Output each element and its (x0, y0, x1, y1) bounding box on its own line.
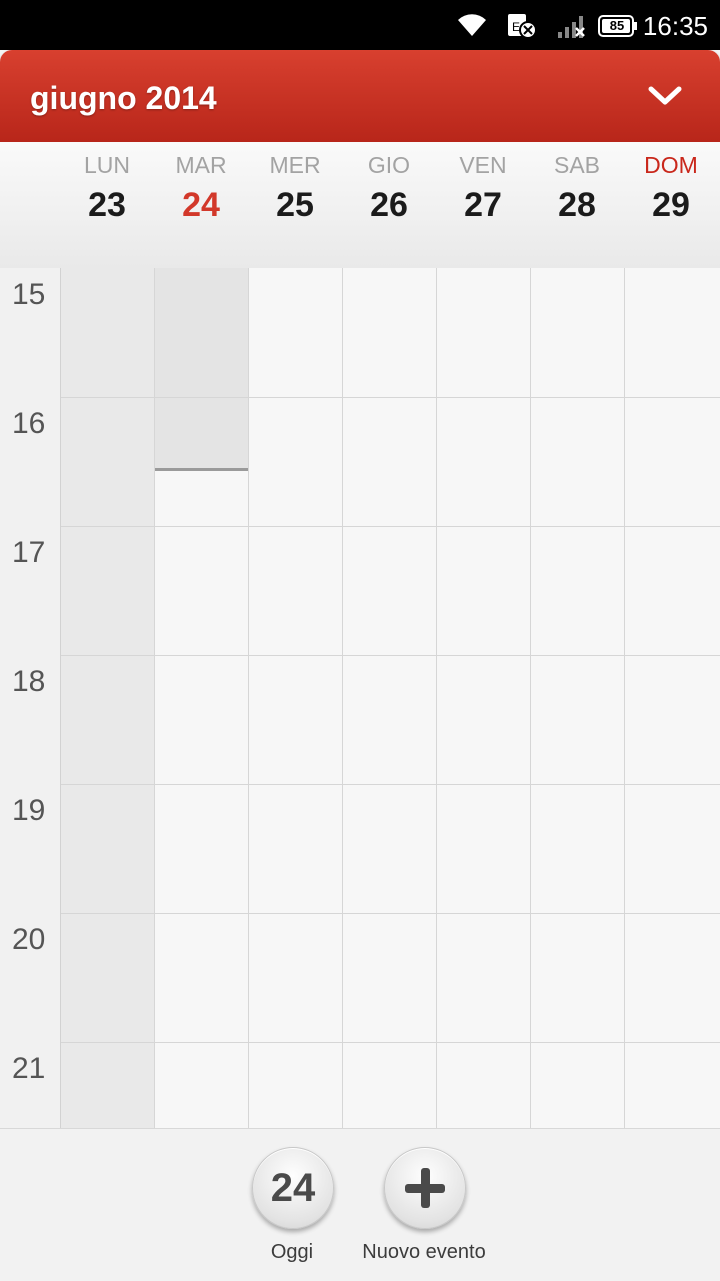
day-header-mar[interactable]: MAR 24 (154, 142, 248, 268)
hour-divider (60, 526, 720, 527)
hour-label: 18 (12, 665, 46, 698)
hour-divider (60, 397, 720, 398)
month-title[interactable]: giugno 2014 (30, 80, 217, 117)
day-number: 23 (88, 186, 126, 224)
bottom-toolbar: 24 Oggi Nuovo evento (0, 1128, 720, 1281)
hour-divider (60, 1042, 720, 1043)
hour-label: 16 (12, 407, 46, 440)
hour-label: 20 (12, 923, 46, 956)
today-button[interactable]: 24 (252, 1147, 334, 1229)
hour-label: 21 (12, 1052, 46, 1085)
calendar-header: giugno 2014 (0, 50, 720, 142)
hour-label: 17 (12, 536, 46, 569)
hour-divider (60, 655, 720, 656)
day-header-mer[interactable]: MER 25 (248, 142, 342, 268)
day-name-sunday: DOM (644, 152, 698, 178)
day-number: 29 (652, 186, 690, 224)
week-header: LUN 23 MAR 24 MER 25 GIO 26 VEN 27 SAB 2… (0, 142, 720, 269)
day-name: SAB (553, 152, 601, 178)
day-name: MER (269, 152, 321, 178)
day-name: LUN (83, 152, 130, 178)
hour-label: 15 (12, 278, 46, 311)
today-label: Oggi (270, 1241, 314, 1263)
svg-text:E: E (512, 20, 520, 34)
day-name: VEN (459, 152, 507, 178)
hour-divider (60, 784, 720, 785)
sim-error-icon: E (508, 14, 537, 39)
clock: 16:35 (642, 11, 708, 41)
today-past-time (155, 268, 248, 469)
hour-divider (60, 913, 720, 914)
day-header-dom[interactable]: DOM 29 (624, 142, 718, 268)
new-event-label: Nuovo evento (362, 1241, 486, 1263)
current-time-line (155, 468, 248, 471)
day-header-lun[interactable]: LUN 23 (60, 142, 154, 268)
status-bar: E 85 16:35 (0, 0, 720, 50)
plus-icon (405, 1168, 445, 1208)
hour-label: 19 (12, 794, 46, 827)
new-event-button[interactable] (384, 1147, 466, 1229)
day-header-gio[interactable]: GIO 26 (342, 142, 436, 268)
day-number: 25 (276, 186, 314, 224)
day-header-sab[interactable]: SAB 28 (530, 142, 624, 268)
day-name: GIO (367, 152, 411, 178)
week-grid[interactable]: 15 16 17 18 19 20 21 (0, 268, 720, 1128)
today-button-number: 24 (270, 1166, 316, 1210)
wifi-icon (458, 14, 486, 36)
chevron-down-icon[interactable] (648, 84, 682, 108)
time-gutter: 15 16 17 18 19 20 21 (0, 268, 61, 1128)
day-number: 28 (558, 186, 596, 224)
day-header-ven[interactable]: VEN 27 (436, 142, 530, 268)
day-name: MAR (175, 152, 227, 178)
day-number: 26 (370, 186, 408, 224)
battery-level: 85 (609, 18, 625, 33)
signal-icon (558, 16, 585, 38)
day-number-today: 24 (182, 186, 220, 224)
day-number: 27 (464, 186, 502, 224)
